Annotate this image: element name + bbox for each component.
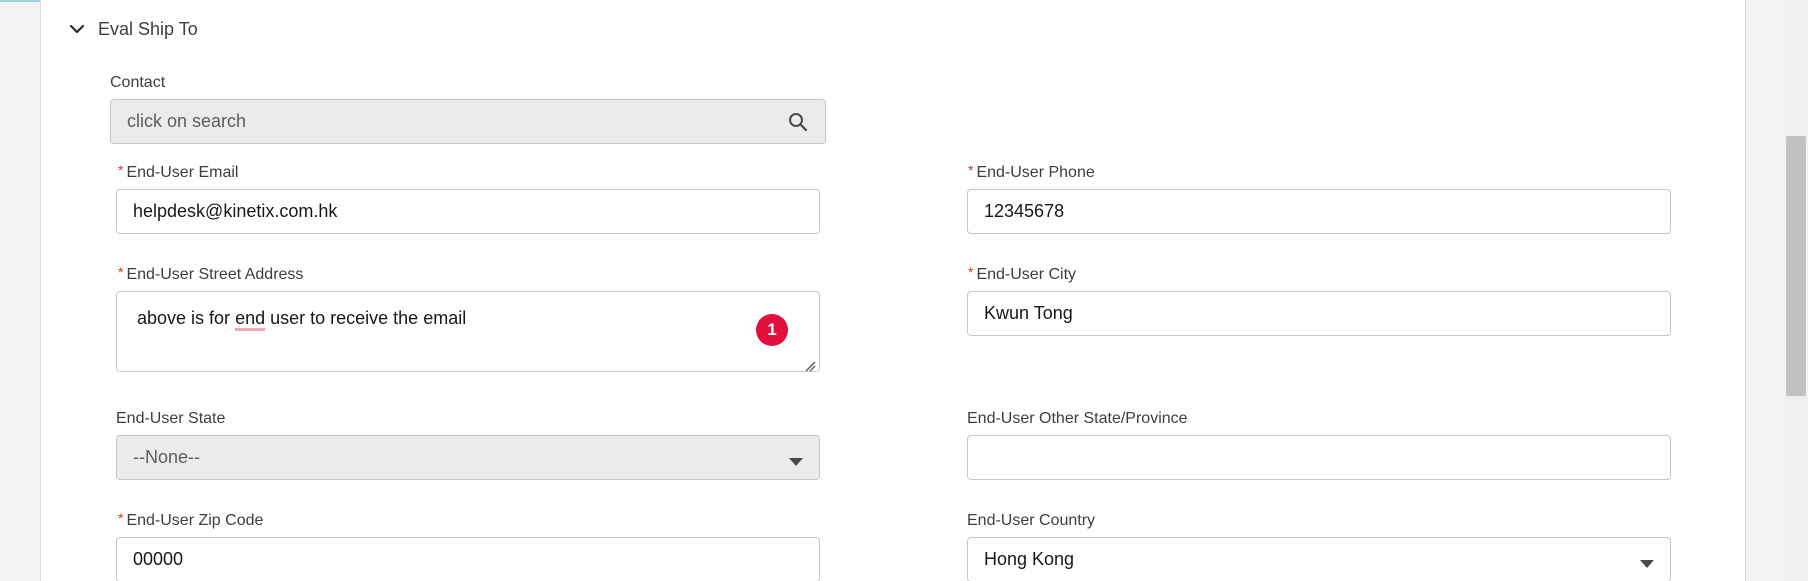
state-value: --None-- xyxy=(133,447,201,467)
scrollbar-thumb[interactable] xyxy=(1786,136,1806,396)
phone-label-text: End-User Phone xyxy=(976,164,1095,181)
end-user-country-select[interactable]: Hong Kong xyxy=(967,537,1671,581)
end-user-email-input[interactable]: helpdesk@kinetix.com.hk xyxy=(116,189,820,234)
street-label-text: End-User Street Address xyxy=(126,266,304,283)
annotation-badge: 1 xyxy=(756,314,788,346)
search-icon[interactable] xyxy=(787,111,809,133)
section-header-eval-ship-to[interactable]: Eval Ship To xyxy=(66,18,198,40)
street-value: above is for end user to receive the ema… xyxy=(137,308,467,331)
contact-label: Contact xyxy=(110,74,166,91)
required-marker: * xyxy=(118,264,124,280)
zip-value: 00000 xyxy=(133,549,184,569)
email-label-text: End-User Email xyxy=(126,164,239,181)
country-label: End-User Country xyxy=(967,512,1096,529)
end-user-street-textarea[interactable]: above is for end user to receive the ema… xyxy=(116,291,820,372)
other-state-label: End-User Other State/Province xyxy=(967,410,1188,427)
end-user-other-state-input[interactable] xyxy=(967,435,1671,480)
required-marker: * xyxy=(118,162,124,178)
chevron-down-icon[interactable] xyxy=(66,18,88,40)
required-marker: * xyxy=(968,264,974,280)
state-label: End-User State xyxy=(116,410,226,427)
email-label: * End-User Email xyxy=(118,162,239,182)
zip-label-text: End-User Zip Code xyxy=(126,512,264,529)
end-user-zip-input[interactable]: 00000 xyxy=(116,537,820,581)
contact-search-field[interactable]: click on search xyxy=(110,99,826,144)
city-value: Kwun Tong xyxy=(984,303,1073,323)
phone-value: 12345678 xyxy=(984,201,1065,221)
page: Eval Ship To Contact click on search * En… xyxy=(0,0,1808,581)
country-value: Hong Kong xyxy=(984,549,1075,569)
city-label: * End-User City xyxy=(968,264,1077,284)
end-user-city-input[interactable]: Kwun Tong xyxy=(967,291,1671,336)
street-value-part: above is for xyxy=(137,308,236,328)
spellcheck-word: end xyxy=(235,308,266,331)
end-user-phone-input[interactable]: 12345678 xyxy=(967,189,1671,234)
contact-placeholder: click on search xyxy=(127,111,247,131)
required-marker: * xyxy=(118,510,124,526)
required-marker: * xyxy=(968,162,974,178)
street-label: * End-User Street Address xyxy=(118,264,304,284)
caret-down-icon xyxy=(787,452,805,466)
end-user-state-select[interactable]: --None-- xyxy=(116,435,820,480)
city-label-text: End-User City xyxy=(976,266,1077,283)
caret-down-icon xyxy=(1638,554,1656,568)
section-title: Eval Ship To xyxy=(98,18,198,39)
email-value: helpdesk@kinetix.com.hk xyxy=(133,201,338,221)
phone-label: * End-User Phone xyxy=(968,162,1095,182)
street-value-part: user to receive the email xyxy=(265,308,467,328)
zip-label: * End-User Zip Code xyxy=(118,510,264,530)
resize-handle-icon[interactable] xyxy=(804,356,816,372)
